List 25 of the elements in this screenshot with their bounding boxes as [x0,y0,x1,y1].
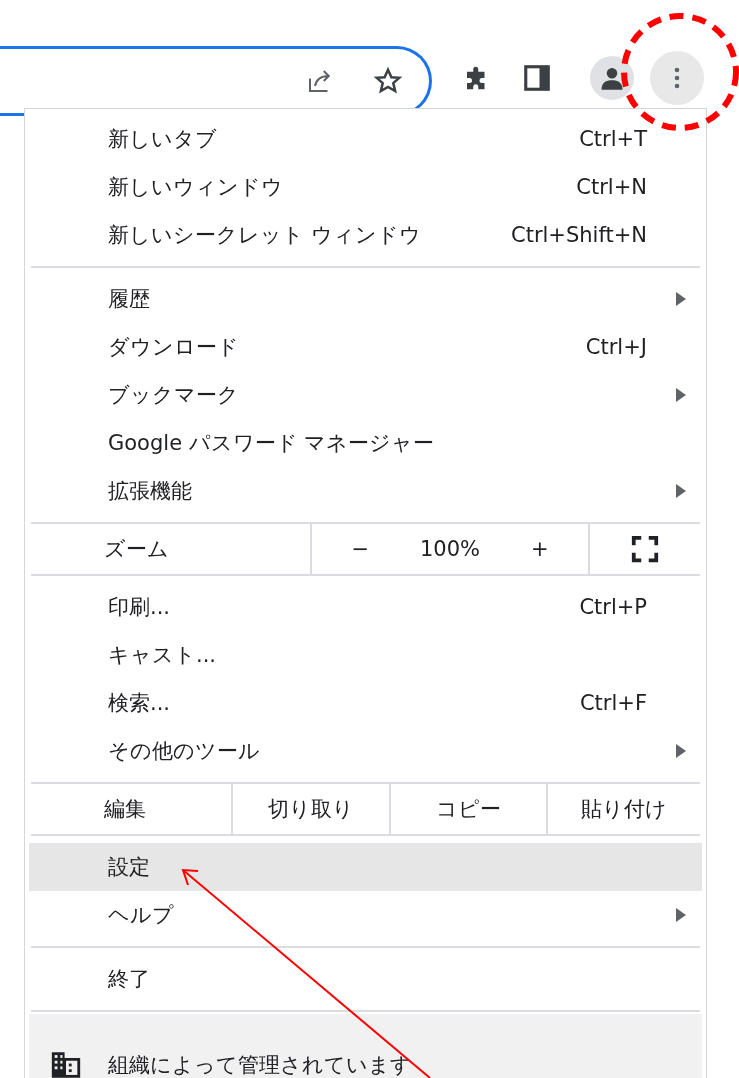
menu-item[interactable]: Google パスワード マネージャー [29,419,702,467]
zoom-level: 100% [419,537,480,561]
menu-item[interactable]: ヘルプ [29,891,702,939]
menu-item[interactable]: その他のツール [29,727,702,775]
menu-item[interactable]: 新しいタブ Ctrl+T [29,115,702,163]
menu-item[interactable]: 検索... Ctrl+F [29,679,702,727]
side-panel-icon[interactable] [522,63,552,93]
edit-action-button[interactable]: 貼り付け [548,784,700,834]
menu-item[interactable]: ダウンロード Ctrl+J [29,323,702,371]
star-icon[interactable] [373,66,403,96]
more-vertical-icon [673,66,681,90]
fullscreen-icon[interactable] [630,534,660,564]
menu-item[interactable]: 拡張機能 [29,467,702,515]
menu-item[interactable]: 印刷... Ctrl+P [29,583,702,631]
menu-item[interactable]: 終了 [29,955,702,1003]
menu-item[interactable]: ブックマーク [29,371,702,419]
menu-item[interactable]: 履歴 [29,275,702,323]
managed-notice: 組織によって管理されています [108,1052,412,1078]
profile-avatar[interactable] [590,56,634,100]
menu-item[interactable]: キャスト... [29,631,702,679]
menu-item[interactable]: 設定 [29,843,702,891]
zoom-in-button[interactable]: + [522,533,557,565]
zoom-out-button[interactable]: − [343,533,378,565]
menu-item[interactable]: 新しいウィンドウ Ctrl+N [29,163,702,211]
menu-item[interactable]: 新しいシークレット ウィンドウ Ctrl+Shift+N [29,211,702,259]
